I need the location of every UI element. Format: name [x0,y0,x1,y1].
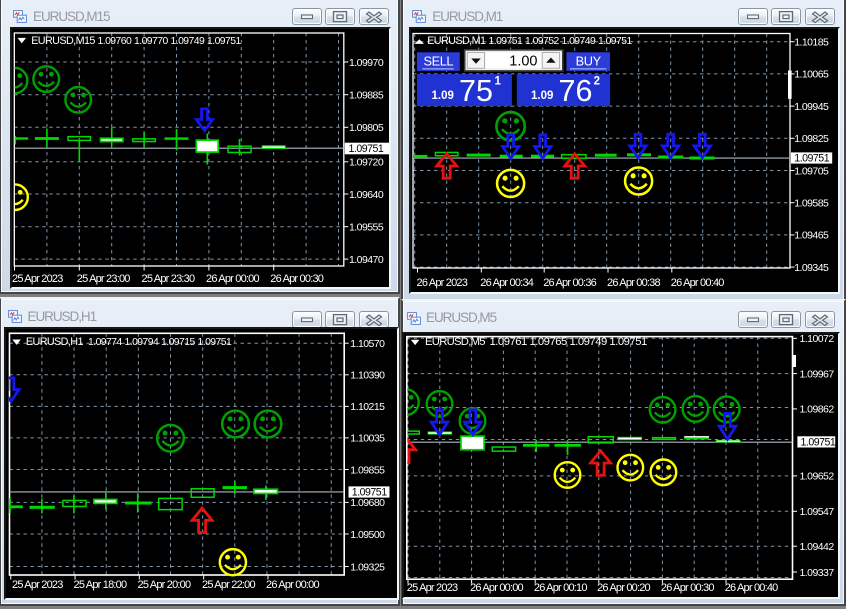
svg-text:1.09761 1.09765 1.09749 1.0975: 1.09761 1.09765 1.09749 1.09751 [489,336,646,348]
svg-text:EURUSD,M5: EURUSD,M5 [425,336,485,348]
svg-text:EURUSD,M1: EURUSD,M1 [427,34,486,46]
svg-text:1.10570: 1.10570 [350,338,385,350]
svg-text:1.09751: 1.09751 [207,35,241,46]
svg-text:26 Apr 00:10: 26 Apr 00:10 [533,582,586,594]
svg-text:1.09751: 1.09751 [598,35,632,46]
svg-text:1.09794: 1.09794 [124,337,158,348]
svg-text:1.09325: 1.09325 [350,562,385,574]
svg-text:1.09760: 1.09760 [97,35,131,46]
svg-text:1.09752: 1.09752 [525,35,559,46]
svg-text:1: 1 [495,75,502,87]
svg-text:25 Apr 2023: 25 Apr 2023 [406,582,457,594]
svg-text:1.09967: 1.09967 [799,368,834,380]
svg-text:2: 2 [594,75,600,87]
svg-text:EURUSD,H1: EURUSD,H1 [25,336,83,348]
svg-text:26 Apr 00:40: 26 Apr 00:40 [671,276,724,288]
svg-text:1.09585: 1.09585 [794,197,829,209]
svg-text:26 Apr 00:36: 26 Apr 00:36 [543,276,596,288]
svg-text:1.09547: 1.09547 [799,506,834,518]
svg-text:1.10390: 1.10390 [350,370,385,382]
svg-text:1.09751: 1.09751 [800,436,835,448]
svg-text:1.09705: 1.09705 [794,165,829,177]
svg-text:26 Apr 00:30: 26 Apr 00:30 [660,582,713,594]
svg-text:26 Apr 00:20: 26 Apr 00:20 [597,582,650,594]
svg-text:1.09652: 1.09652 [799,471,834,483]
svg-text:25 Apr 2023: 25 Apr 2023 [12,272,63,284]
svg-text:1.09751: 1.09751 [348,142,383,154]
svg-text:1.09720: 1.09720 [349,156,384,168]
svg-text:25 Apr 23:00: 25 Apr 23:00 [76,272,129,284]
svg-text:1.10185: 1.10185 [794,36,829,48]
svg-text:1.09345: 1.09345 [794,261,829,273]
svg-text:25 Apr 2023: 25 Apr 2023 [12,580,63,592]
svg-text:25 Apr 23:30: 25 Apr 23:30 [141,272,194,284]
svg-text:1.09749: 1.09749 [170,35,204,46]
svg-text:BUY: BUY [576,53,602,68]
svg-text:1.09770: 1.09770 [134,35,168,46]
svg-text:1.09825: 1.09825 [794,133,829,145]
svg-text:1.10035: 1.10035 [350,433,385,445]
svg-text:1.09774: 1.09774 [88,337,122,348]
svg-text:26 Apr 00:00: 26 Apr 00:00 [266,580,319,592]
svg-text:1.09805: 1.09805 [349,122,384,134]
svg-text:75: 75 [459,74,493,108]
svg-text:1.09862: 1.09862 [799,404,834,416]
svg-text:SELL: SELL [423,53,453,68]
svg-text:1.00: 1.00 [509,53,537,69]
svg-text:1.10215: 1.10215 [350,402,385,414]
svg-text:1.09885: 1.09885 [349,89,384,101]
svg-text:26 Apr 00:38: 26 Apr 00:38 [607,276,660,288]
svg-text:26 Apr 00:30: 26 Apr 00:30 [270,272,323,284]
svg-text:1.09: 1.09 [432,89,454,101]
svg-text:1.09855: 1.09855 [350,465,385,477]
svg-text:1.10065: 1.10065 [794,68,829,80]
svg-text:1.09751: 1.09751 [794,152,829,164]
svg-text:1.09680: 1.09680 [350,498,385,510]
svg-text:26 Apr 00:00: 26 Apr 00:00 [206,272,259,284]
svg-text:1.09749: 1.09749 [562,35,596,46]
svg-text:25 Apr 20:00: 25 Apr 20:00 [137,580,190,592]
svg-text:1.09470: 1.09470 [349,253,384,265]
svg-text:1.09465: 1.09465 [794,229,829,241]
svg-text:1.09555: 1.09555 [349,221,384,233]
svg-text:76: 76 [559,74,593,108]
svg-text:1.09751: 1.09751 [489,35,523,46]
svg-text:1.09970: 1.09970 [349,56,384,68]
svg-text:1.10072: 1.10072 [799,334,834,345]
svg-text:26 Apr 2023: 26 Apr 2023 [417,276,468,288]
svg-text:1.09640: 1.09640 [349,188,384,200]
svg-text:1.09751: 1.09751 [197,337,231,348]
svg-text:EURUSD,M15: EURUSD,M15 [31,34,95,46]
svg-text:26 Apr 00:34: 26 Apr 00:34 [480,276,533,288]
svg-text:25 Apr 22:00: 25 Apr 22:00 [202,580,255,592]
svg-text:1.09337: 1.09337 [799,567,834,579]
svg-text:1.09442: 1.09442 [799,541,834,553]
svg-text:1.09751: 1.09751 [351,487,386,499]
svg-text:1.09: 1.09 [531,89,553,101]
svg-text:26 Apr 00:40: 26 Apr 00:40 [724,582,777,594]
svg-text:1.09500: 1.09500 [350,529,385,541]
svg-text:25 Apr 18:00: 25 Apr 18:00 [73,580,126,592]
svg-text:1.09945: 1.09945 [794,100,829,112]
svg-text:1.09715: 1.09715 [161,337,195,348]
svg-text:26 Apr 00:00: 26 Apr 00:00 [470,582,523,594]
